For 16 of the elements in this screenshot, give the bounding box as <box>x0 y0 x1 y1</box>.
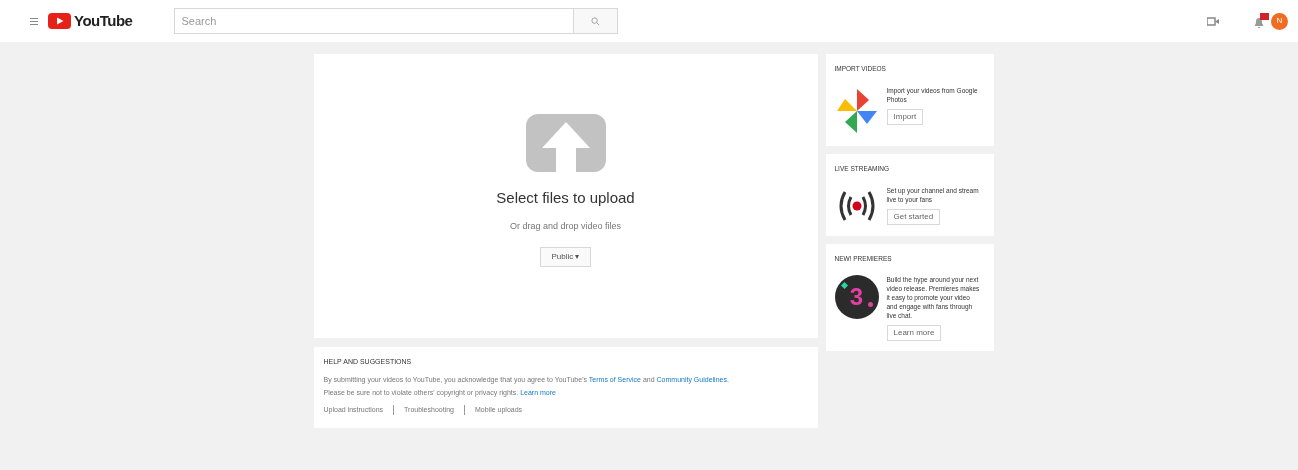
play-logo-icon[interactable] <box>48 13 71 29</box>
card-button[interactable]: Get started <box>886 208 941 225</box>
search-field[interactable]: Search <box>174 8 575 34</box>
privacy-dropdown[interactable]: Public ▾ <box>540 247 591 267</box>
card-button[interactable]: Learn more <box>886 325 942 342</box>
upload-subtitle: Or drag and drop video files <box>509 219 622 233</box>
premiere-icon: 3 <box>834 275 879 320</box>
upload-icon[interactable] <box>525 114 606 172</box>
upload-title: Select files to upload <box>496 188 635 208</box>
notification-icon[interactable] <box>1253 13 1269 29</box>
avatar[interactable]: N <box>1271 12 1288 30</box>
menu-icon[interactable] <box>30 17 38 25</box>
camera-icon[interactable] <box>1207 16 1219 26</box>
card-button[interactable]: Import <box>886 108 924 125</box>
search-icon <box>591 16 601 26</box>
logo-text[interactable]: YouTube <box>74 9 133 33</box>
